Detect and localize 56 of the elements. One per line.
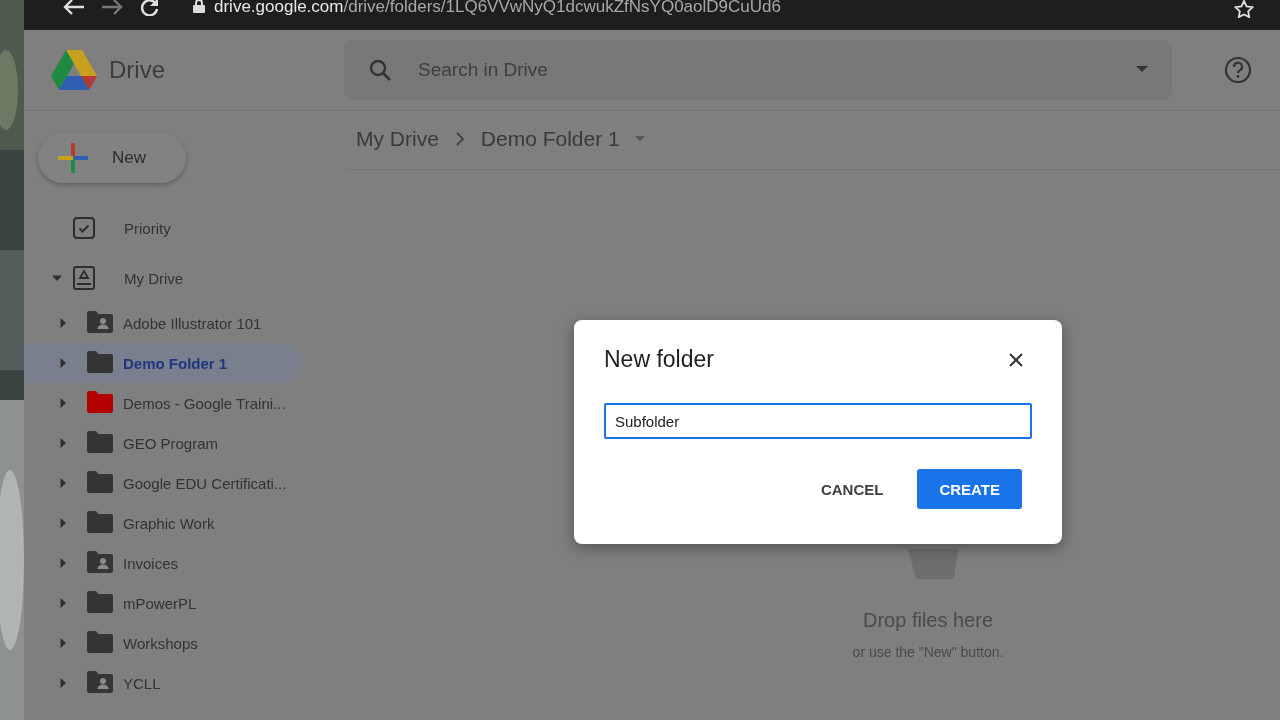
folder-item[interactable]: Demo Folder 1 [24, 343, 302, 383]
forward-icon[interactable] [100, 0, 124, 16]
folder-item[interactable]: YCLL [24, 663, 302, 703]
breadcrumb-item[interactable]: My Drive [356, 127, 439, 151]
folder-item[interactable]: Google EDU Certificati... [24, 463, 302, 503]
expand-arrow-icon[interactable] [58, 478, 68, 488]
expand-arrow-icon[interactable] [58, 678, 68, 688]
shared-folder-icon [87, 310, 113, 333]
expand-arrow-icon[interactable] [58, 398, 68, 408]
help-icon[interactable] [1224, 56, 1252, 84]
folder-item[interactable]: GEO Program [24, 423, 302, 463]
folder-icon [87, 590, 113, 613]
dialog-title: New folder [604, 346, 714, 373]
folder-icon [87, 390, 113, 413]
folder-item[interactable]: Workshops [24, 623, 302, 663]
collapse-arrow-icon[interactable] [52, 273, 62, 283]
folder-name-field[interactable]: Subfolder [604, 403, 1032, 439]
sidebar-item[interactable]: My Drive [24, 253, 302, 303]
folder-icon [87, 470, 113, 493]
plus-icon [58, 143, 88, 173]
checkbox-icon [72, 216, 96, 240]
expand-arrow-icon[interactable] [58, 358, 68, 368]
close-icon[interactable] [1009, 352, 1023, 367]
app-name: Drive [109, 56, 165, 84]
shared-folder-icon [87, 670, 113, 693]
search-input[interactable]: Search in Drive [416, 58, 1136, 82]
expand-arrow-icon[interactable] [58, 518, 68, 528]
breadcrumb-item[interactable]: Demo Folder 1 [480, 127, 620, 151]
folder-item[interactable]: Adobe Illustrator 101 [24, 303, 302, 343]
new-button[interactable]: New [38, 133, 186, 183]
url-text: drive.google.com/drive/folders/1LQ6VVwNyQ1dcwukZfNsYQ0aolD9CuUd6 [214, 0, 781, 15]
expand-arrow-icon[interactable] [58, 638, 68, 648]
sidebar-item[interactable]: Priority [24, 203, 302, 253]
lock-icon [192, 0, 206, 13]
drive-icon [72, 266, 96, 290]
dropdown-caret-icon[interactable] [633, 135, 646, 143]
back-icon[interactable] [62, 0, 86, 16]
expand-arrow-icon[interactable] [58, 558, 68, 568]
expand-arrow-icon[interactable] [58, 438, 68, 448]
folder-item[interactable]: mPowerPL [24, 583, 302, 623]
search-field[interactable]: Search in Drive [344, 40, 1172, 100]
folder-icon [87, 510, 113, 533]
shared-folder-icon [87, 550, 113, 573]
folder-icon [87, 630, 113, 653]
star-icon[interactable] [1234, 0, 1254, 18]
folder-item[interactable]: Demos - Google Traini... [24, 383, 302, 423]
expand-arrow-icon[interactable] [58, 598, 68, 608]
folder-item[interactable]: Invoices [24, 543, 302, 583]
create-button[interactable]: CREATE [917, 469, 1022, 509]
folder-icon [87, 430, 113, 453]
dropdown-caret-icon[interactable] [1136, 66, 1148, 74]
folder-icon [87, 350, 113, 373]
drive-logo-icon [51, 50, 97, 90]
folder-item[interactable]: Graphic Work [24, 503, 302, 543]
expand-arrow-icon[interactable] [58, 318, 68, 328]
search-icon [368, 58, 392, 82]
